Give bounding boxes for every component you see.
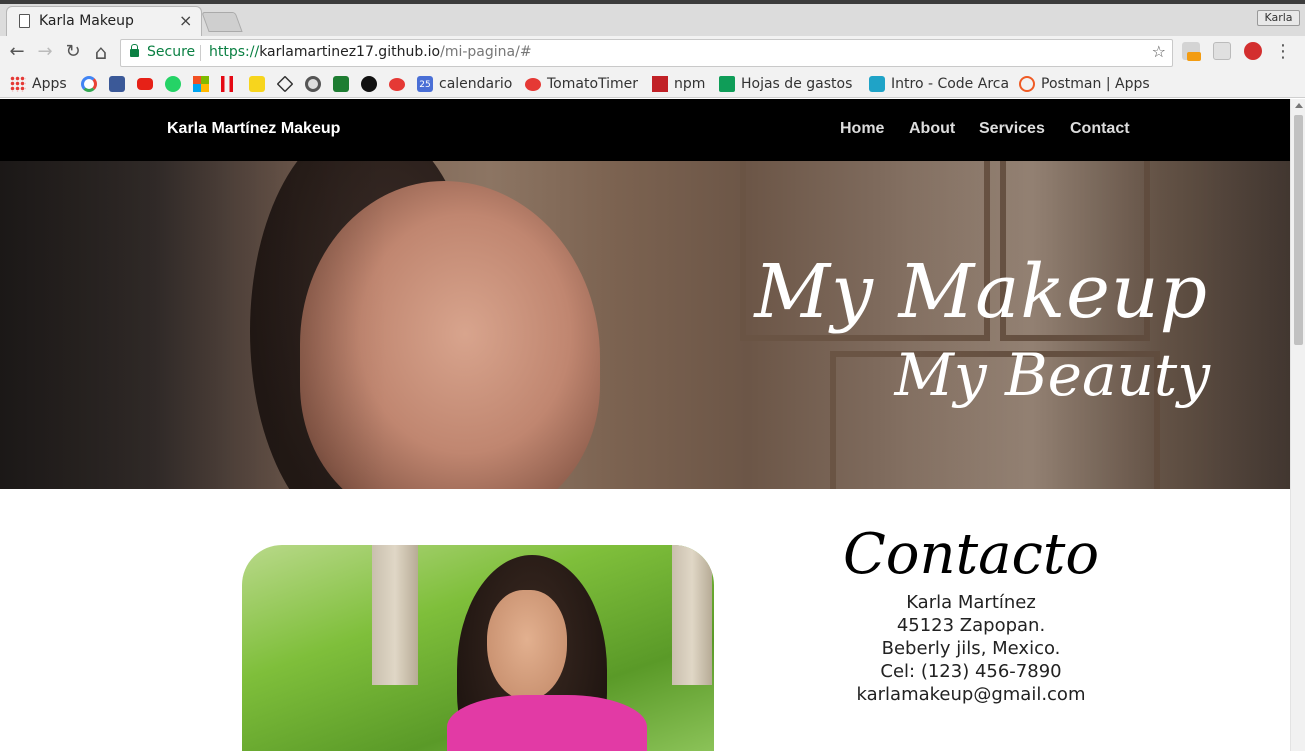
bookmark-hojas-label: Hojas de gastos — [741, 76, 853, 92]
bookmark-netflix[interactable] — [221, 75, 233, 93]
bookmark-google[interactable] — [81, 75, 97, 93]
tab-strip: Karla Makeup × Karla — [0, 4, 1305, 36]
bookmark-intro-label: Intro - Code Arca — [891, 76, 1009, 92]
bookmark-youtube[interactable] — [137, 75, 153, 93]
netflix-icon — [221, 76, 233, 92]
hero-banner: My Makeup My Beauty — [0, 161, 1290, 489]
bookmark-tomatotimer[interactable]: TomatoTimer — [525, 75, 638, 93]
calendar-icon: 25 — [417, 76, 433, 92]
code-icon — [249, 76, 265, 92]
bookmark-apps[interactable]: Apps — [10, 75, 67, 93]
scroll-up-arrow-icon[interactable] — [1295, 103, 1303, 108]
nav-home[interactable]: Home — [840, 120, 884, 138]
bookmark-microsoft[interactable] — [193, 75, 209, 93]
back-button[interactable]: ← — [6, 41, 28, 63]
page-viewport: Karla Martínez Makeup Home About Service… — [0, 99, 1290, 751]
contact-phone: Cel: (123) 456-7890 — [880, 661, 1062, 682]
contact-address-line2: Beberly jils, Mexico. — [881, 638, 1061, 659]
bookmark-star-icon[interactable]: ☆ — [1152, 42, 1166, 61]
codepen-icon — [276, 75, 294, 93]
url-scheme: https:// — [209, 44, 260, 60]
tab-title: Karla Makeup — [39, 13, 134, 29]
code-arcade-icon — [869, 76, 885, 92]
tree-trunk — [372, 545, 418, 685]
apps-grid-icon — [10, 76, 26, 92]
hero-subtitle: My Beauty — [894, 341, 1210, 409]
bookmark-whatsapp[interactable] — [165, 75, 181, 93]
site-navbar: Karla Martínez Makeup Home About Service… — [0, 99, 1290, 161]
extension-off-icon[interactable] — [1182, 42, 1201, 61]
bookmark-apps-label: Apps — [32, 76, 67, 92]
nav-about[interactable]: About — [909, 120, 955, 138]
tomato-timer-icon — [525, 77, 541, 91]
lock-icon — [130, 44, 139, 57]
bookmark-tomato[interactable] — [389, 75, 405, 93]
microsoft-icon — [193, 76, 209, 92]
browser-menu-icon[interactable]: ⋮ — [1272, 41, 1294, 63]
nav-services[interactable]: Services — [979, 120, 1045, 138]
bookmark-npm[interactable]: npm — [652, 75, 705, 93]
bookmark-calendario-label: calendario — [439, 76, 513, 92]
url-host: karlamartinez17.github.io — [259, 44, 441, 60]
site-brand[interactable]: Karla Martínez Makeup — [167, 120, 340, 138]
tree-trunk — [672, 545, 712, 685]
tab-karla-makeup[interactable]: Karla Makeup × — [6, 6, 202, 36]
sheets-icon — [719, 76, 735, 92]
contact-address-line1: 45123 Zapopan. — [896, 615, 1046, 636]
url-path: /mi-pagina/# — [440, 44, 532, 60]
bookmark-github[interactable] — [361, 75, 377, 93]
tomato-icon — [389, 77, 405, 91]
whatsapp-icon — [165, 76, 181, 92]
hero-title: My Makeup — [754, 249, 1208, 335]
address-divider — [200, 45, 201, 61]
extension-red-icon[interactable] — [1244, 42, 1262, 60]
url-text[interactable]: https://karlamartinez17.github.io/mi-pag… — [209, 44, 532, 60]
secure-label: Secure — [147, 44, 196, 60]
npm-icon — [652, 76, 668, 92]
bookmark-calendario[interactable]: 25 calendario — [417, 75, 512, 93]
address-bar[interactable]: Secure https://karlamartinez17.github.io… — [120, 39, 1173, 67]
reload-button[interactable]: ↻ — [62, 41, 84, 63]
home-button[interactable]: ⌂ — [90, 41, 112, 63]
circle-target-icon — [305, 76, 321, 92]
bookmark-tomatotimer-label: TomatoTimer — [547, 76, 639, 92]
page-scrollbar[interactable] — [1290, 99, 1305, 751]
bookmark-facebook[interactable] — [109, 75, 125, 93]
youtube-icon — [137, 78, 153, 90]
forward-button[interactable]: → — [34, 41, 56, 63]
contact-email: karlamakeup@gmail.com — [856, 684, 1086, 705]
scrollbar-thumb[interactable] — [1294, 115, 1303, 345]
bookmark-postman-label: Postman | Apps — [1041, 76, 1150, 92]
browser-toolbar: ← → ↻ ⌂ Secure https://karlamartinez17.g… — [0, 36, 1305, 69]
bookmark-hojas[interactable]: Hojas de gastos — [719, 75, 852, 93]
bookmark-intro[interactable]: Intro - Code Arca — [869, 75, 1009, 93]
contact-name: Karla Martínez — [906, 592, 1036, 613]
postman-icon — [1019, 76, 1035, 92]
bookmark-postman[interactable]: Postman | Apps — [1019, 75, 1150, 93]
green-square-icon — [333, 76, 349, 92]
new-tab-button[interactable] — [201, 12, 243, 32]
github-icon — [361, 76, 377, 92]
profile-button[interactable]: Karla — [1257, 10, 1300, 26]
bookmark-circle[interactable] — [305, 75, 321, 93]
photo-model-face — [487, 590, 567, 700]
google-icon — [81, 76, 97, 92]
contact-section: Contacto Karla Martínez 45123 Zapopan. B… — [830, 519, 1112, 706]
nav-contact[interactable]: Contact — [1070, 120, 1130, 138]
bookmark-codepen[interactable] — [276, 75, 294, 93]
model-photo — [242, 545, 714, 751]
bookmark-code[interactable] — [249, 75, 265, 93]
bookmarks-bar: Apps 25 calendario TomatoTimer npm Hojas… — [0, 69, 1305, 158]
contact-heading: Contacto — [842, 522, 1100, 587]
extension-page-icon[interactable] — [1213, 42, 1231, 60]
facebook-icon — [109, 76, 125, 92]
bookmark-green[interactable] — [333, 75, 349, 93]
bookmark-npm-label: npm — [674, 76, 706, 92]
photo-model-shirt — [447, 695, 647, 751]
close-tab-icon[interactable]: × — [179, 11, 192, 30]
document-icon — [19, 14, 30, 28]
